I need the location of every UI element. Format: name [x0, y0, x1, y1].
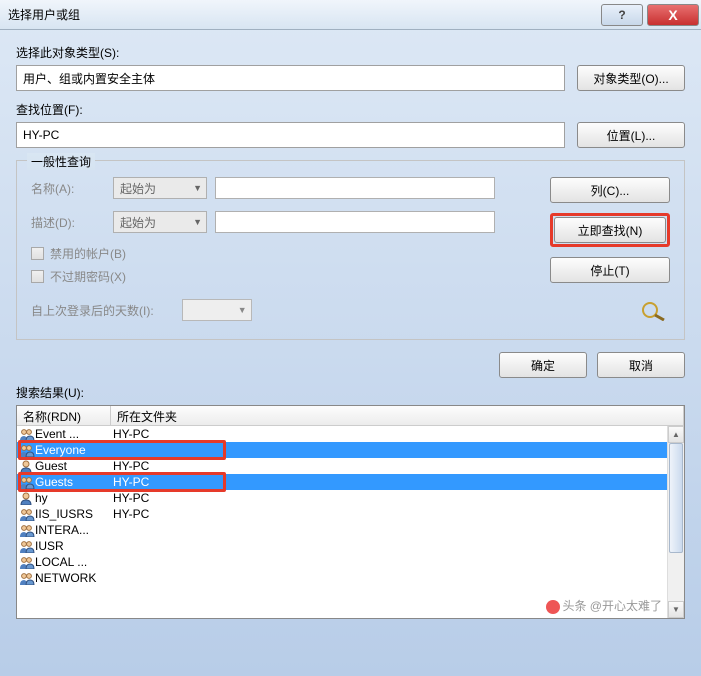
dialog-content: 选择此对象类型(S): 用户、组或内置安全主体 对象类型(O)... 查找位置(…	[0, 30, 701, 633]
checkbox-icon	[31, 247, 44, 260]
chevron-down-icon: ▼	[193, 183, 202, 193]
row-name: Guest	[35, 459, 111, 473]
row-name: LOCAL ...	[35, 555, 111, 569]
common-queries-legend: 一般性查询	[27, 153, 95, 170]
columns-button[interactable]: 列(C)...	[550, 177, 670, 203]
days-combo[interactable]: ▼	[182, 299, 252, 321]
chevron-down-icon: ▼	[193, 217, 202, 227]
location-value: HY-PC	[16, 122, 565, 148]
desc-mode-combo[interactable]: 起始为▼	[113, 211, 207, 233]
logo-icon	[546, 600, 560, 614]
group-icon	[19, 539, 35, 553]
table-row[interactable]: NETWORK	[17, 570, 684, 586]
object-type-label: 选择此对象类型(S):	[16, 44, 565, 61]
find-now-button[interactable]: 立即查找(N)	[554, 217, 666, 243]
title-bar: 选择用户或组 ? X	[0, 0, 701, 30]
table-row[interactable]: Event ...HY-PC	[17, 426, 684, 442]
results-list[interactable]: 名称(RDN) 所在文件夹 Event ...HY-PCEveryoneGues…	[16, 405, 685, 619]
name-mode-combo[interactable]: 起始为▼	[113, 177, 207, 199]
row-name: IIS_IUSRS	[35, 507, 111, 521]
group-icon	[19, 523, 35, 537]
scroll-down-icon[interactable]: ▼	[668, 601, 684, 618]
group-icon	[19, 443, 35, 457]
ok-button[interactable]: 确定	[499, 352, 587, 378]
search-icon	[638, 301, 670, 321]
object-type-value: 用户、组或内置安全主体	[16, 65, 565, 91]
desc-input[interactable]	[215, 211, 495, 233]
table-row[interactable]: LOCAL ...	[17, 554, 684, 570]
name-input[interactable]	[215, 177, 495, 199]
row-name: Everyone	[35, 443, 111, 457]
col-name[interactable]: 名称(RDN)	[17, 406, 111, 425]
row-folder: HY-PC	[111, 507, 149, 521]
table-row[interactable]: GuestHY-PC	[17, 458, 684, 474]
row-folder: HY-PC	[111, 475, 149, 489]
row-folder: HY-PC	[111, 459, 149, 473]
chevron-down-icon: ▼	[238, 305, 247, 315]
help-button[interactable]: ?	[601, 4, 643, 26]
user-icon	[19, 491, 35, 505]
group-icon	[19, 507, 35, 521]
results-header: 名称(RDN) 所在文件夹	[17, 406, 684, 426]
close-button[interactable]: X	[647, 4, 699, 26]
table-row[interactable]: IIS_IUSRSHY-PC	[17, 506, 684, 522]
cancel-button[interactable]: 取消	[597, 352, 685, 378]
disabled-accounts-checkbox[interactable]: 禁用的帐户(B)	[31, 245, 550, 262]
name-label: 名称(A):	[31, 180, 105, 197]
table-row[interactable]: INTERA...	[17, 522, 684, 538]
group-icon	[19, 427, 35, 441]
col-folder[interactable]: 所在文件夹	[111, 406, 684, 425]
row-name: NETWORK	[35, 571, 111, 585]
results-label: 搜索结果(U):	[16, 384, 685, 401]
table-row[interactable]: IUSR	[17, 538, 684, 554]
row-name: Guests	[35, 475, 111, 489]
table-row[interactable]: Everyone	[17, 442, 684, 458]
scrollbar[interactable]: ▲ ▼	[667, 426, 684, 618]
desc-label: 描述(D):	[31, 214, 105, 231]
object-types-button[interactable]: 对象类型(O)...	[577, 65, 685, 91]
row-name: IUSR	[35, 539, 111, 553]
watermark: 头条 @开心太难了	[546, 597, 662, 614]
row-name: INTERA...	[35, 523, 111, 537]
group-icon	[19, 571, 35, 585]
row-folder: HY-PC	[111, 427, 149, 441]
table-row[interactable]: hyHY-PC	[17, 490, 684, 506]
common-queries-group: 一般性查询 名称(A): 起始为▼ 描述(D): 起始为▼ 禁用的帐户(B) 不…	[16, 160, 685, 340]
group-icon	[19, 475, 35, 489]
scroll-thumb[interactable]	[669, 443, 683, 553]
row-folder: HY-PC	[111, 491, 149, 505]
group-icon	[19, 555, 35, 569]
non-expiring-password-checkbox[interactable]: 不过期密码(X)	[31, 268, 550, 285]
row-name: Event ...	[35, 427, 111, 441]
row-name: hy	[35, 491, 111, 505]
locations-button[interactable]: 位置(L)...	[577, 122, 685, 148]
days-since-logon-label: 自上次登录后的天数(I):	[31, 302, 154, 319]
checkbox-icon	[31, 270, 44, 283]
window-title: 选择用户或组	[8, 6, 599, 23]
scroll-up-icon[interactable]: ▲	[668, 426, 684, 443]
stop-button[interactable]: 停止(T)	[550, 257, 670, 283]
table-row[interactable]: GuestsHY-PC	[17, 474, 684, 490]
user-icon	[19, 459, 35, 473]
location-label: 查找位置(F):	[16, 101, 565, 118]
find-now-highlight: 立即查找(N)	[550, 213, 670, 247]
